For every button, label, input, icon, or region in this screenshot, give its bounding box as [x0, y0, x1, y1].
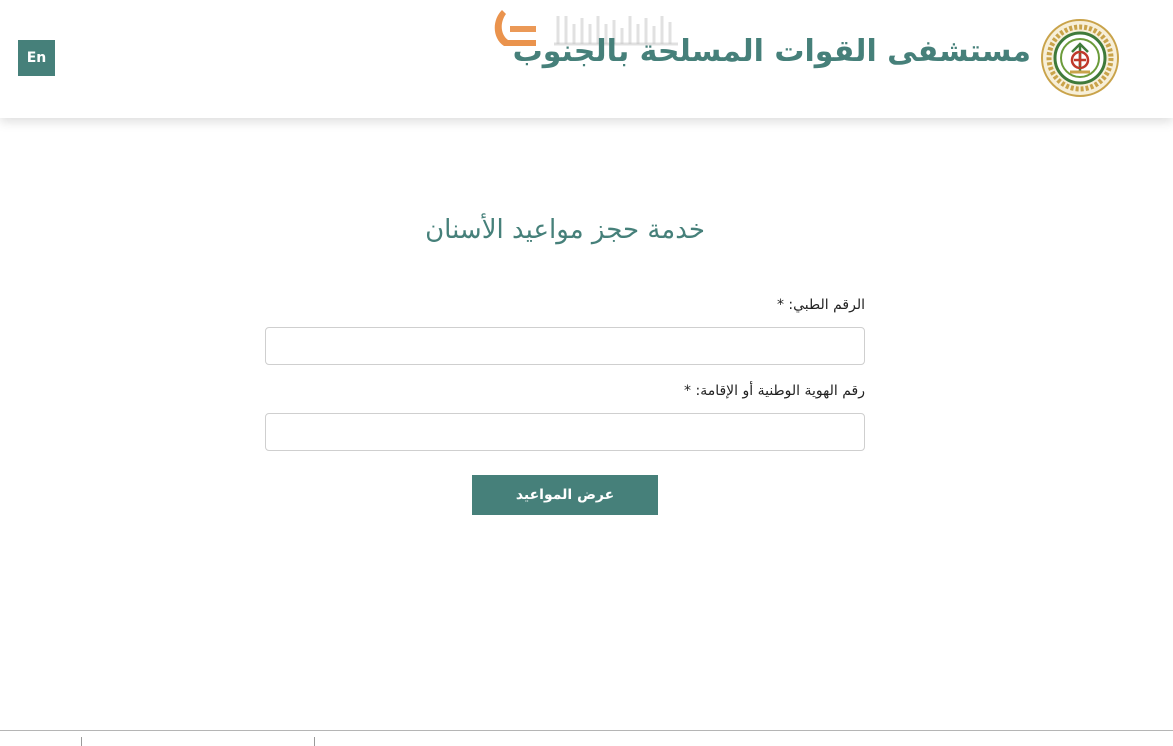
language-toggle-button[interactable]: En [18, 40, 55, 76]
national-id-input[interactable] [265, 413, 865, 451]
medical-number-label: الرقم الطبي: * [776, 297, 865, 313]
national-id-label: رقم الهوية الوطنية أو الإقامة: * [684, 383, 865, 399]
page-title: خدمة حجز مواعيد الأسنان [425, 215, 705, 245]
footer-bar [0, 730, 1173, 746]
show-appointments-button[interactable]: عرض المواعيد [472, 475, 658, 515]
medical-number-input[interactable] [265, 327, 865, 365]
hospital-name: مستشفى القوات المسلحة بالجنوب [512, 34, 1031, 69]
site-header: En مستشفى القوات المسلحة بالجنوب [0, 0, 1173, 118]
hospital-emblem-icon [1041, 19, 1119, 97]
